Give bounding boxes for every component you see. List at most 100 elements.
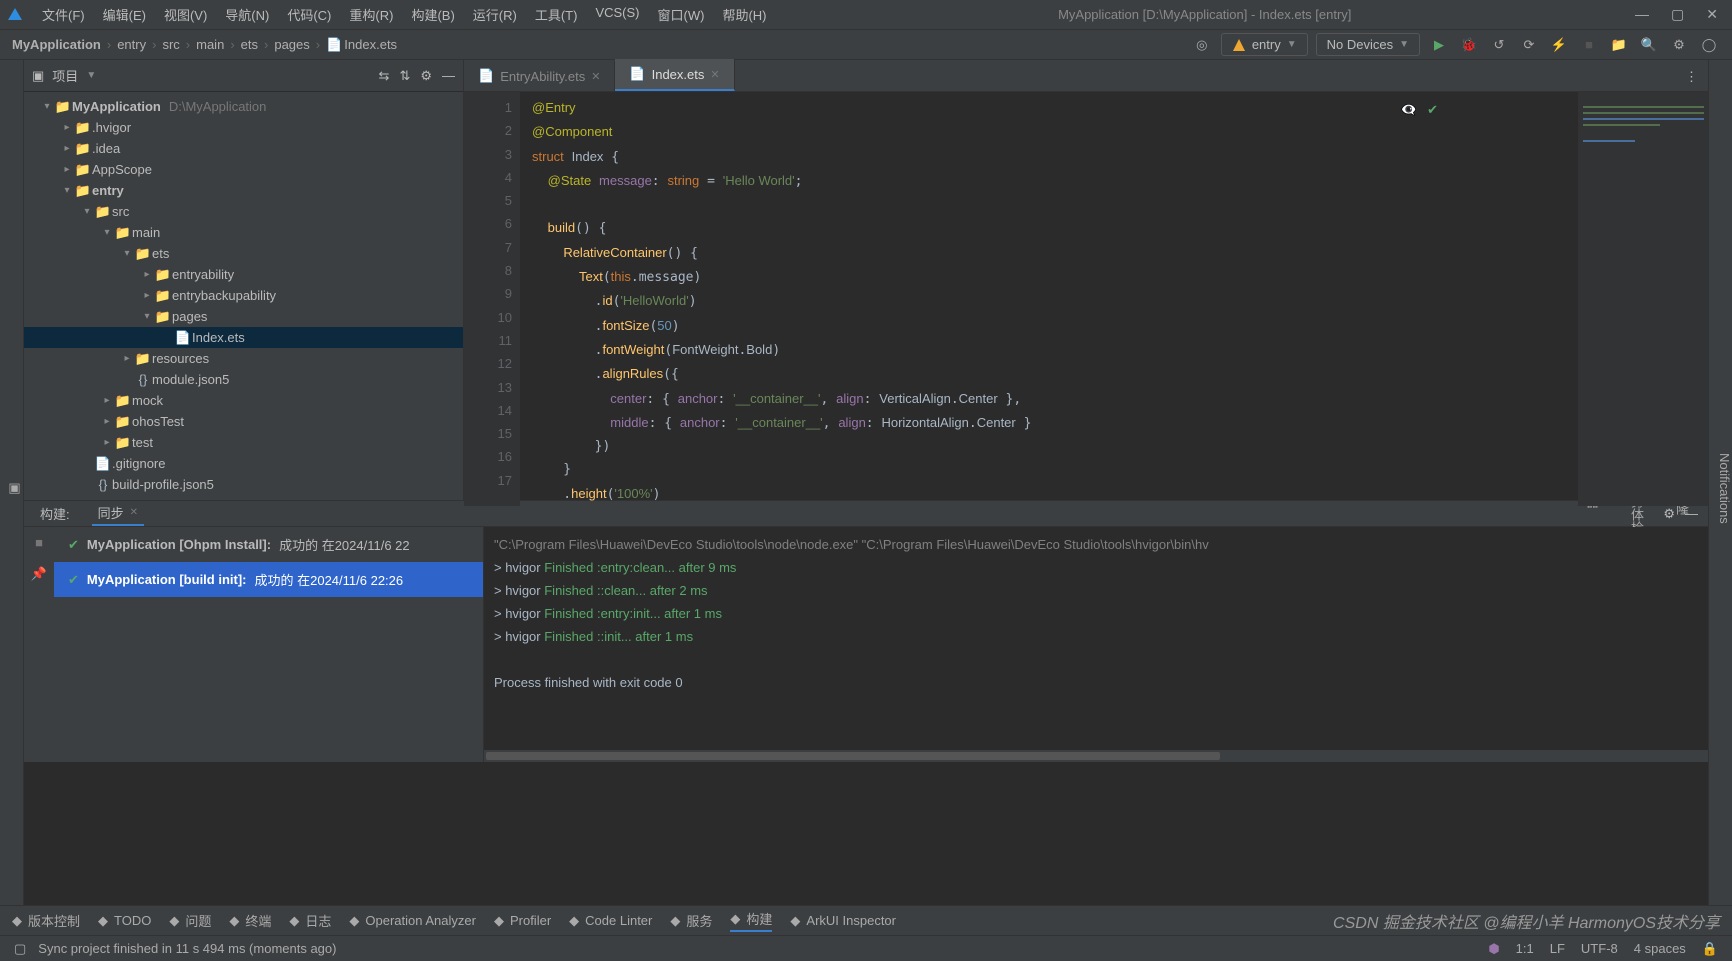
footer-tab[interactable]: ◆问题 xyxy=(169,911,211,930)
minimap[interactable] xyxy=(1578,92,1708,506)
tree-item[interactable]: ▾📁pages xyxy=(24,306,463,327)
debug-button[interactable]: 🐞 xyxy=(1458,34,1480,56)
square-icon[interactable]: ▢ xyxy=(14,941,26,957)
restart-icon[interactable]: ■ xyxy=(35,535,43,550)
chevron-icon[interactable]: ▸ xyxy=(120,353,134,364)
tree-item[interactable]: ▸📁AppScope xyxy=(24,159,463,180)
close-icon[interactable]: ✕ xyxy=(130,507,138,518)
indent[interactable]: 4 spaces xyxy=(1634,941,1686,956)
menu-item[interactable]: VCS(S) xyxy=(587,1,647,28)
run-button[interactable]: ▶ xyxy=(1428,34,1450,56)
menu-item[interactable]: 帮助(H) xyxy=(714,1,774,28)
chevron-icon[interactable]: ▾ xyxy=(40,101,54,112)
scrollbar-horizontal[interactable] xyxy=(484,750,1708,762)
tree-item[interactable]: ▸📁resources xyxy=(24,348,463,369)
menu-item[interactable]: 代码(C) xyxy=(279,1,339,28)
chevron-icon[interactable]: ▸ xyxy=(140,290,154,301)
footer-tab[interactable]: ◆Profiler xyxy=(494,913,551,929)
breadcrumb-item[interactable]: src xyxy=(162,37,179,52)
close-icon[interactable]: ✕ xyxy=(710,68,719,81)
locate-icon[interactable]: ◎ xyxy=(1191,34,1213,56)
footer-tab[interactable]: ◆Operation Analyzer xyxy=(349,913,476,929)
hotreload-button[interactable]: ⚡ xyxy=(1548,34,1570,56)
tree-item[interactable]: ▸📁mock xyxy=(24,390,463,411)
shield-icon[interactable]: ⬢ xyxy=(1488,941,1499,957)
build-output[interactable]: "C:\Program Files\Huawei\DevEco Studio\t… xyxy=(484,527,1708,762)
chevron-icon[interactable]: ▾ xyxy=(100,227,114,238)
tree-item[interactable]: ▾📁MyApplicationD:\MyApplication xyxy=(24,96,463,117)
pin-icon[interactable]: 📌 xyxy=(31,566,47,582)
breadcrumb-item[interactable]: MyApplication xyxy=(12,37,101,52)
tree-item[interactable]: 📄.gitignore xyxy=(24,453,463,474)
tree-item[interactable]: {}build-profile.json5 xyxy=(24,474,463,495)
chevron-icon[interactable]: ▾ xyxy=(140,311,154,322)
right-panel-tab[interactable]: Notifications xyxy=(1717,453,1732,524)
tabs-more-icon[interactable]: ⋮ xyxy=(1675,63,1708,91)
encoding[interactable]: UTF-8 xyxy=(1581,941,1618,956)
menu-item[interactable]: 构建(B) xyxy=(403,1,462,28)
close-button[interactable]: ✕ xyxy=(1706,6,1718,23)
build-task[interactable]: ✔MyApplication [build init]: 成功的 在2024/1… xyxy=(54,562,483,597)
menu-item[interactable]: 编辑(E) xyxy=(95,1,154,28)
footer-tab[interactable]: ◆TODO xyxy=(98,913,151,929)
tree-item[interactable]: 📄Index.ets xyxy=(24,327,463,348)
tree-item[interactable]: ▾📁main xyxy=(24,222,463,243)
line-separator[interactable]: LF xyxy=(1550,941,1565,956)
chevron-icon[interactable]: ▸ xyxy=(60,164,74,175)
menu-item[interactable]: 视图(V) xyxy=(156,1,215,28)
tree-item[interactable]: ▸📁entryability xyxy=(24,264,463,285)
caret-position[interactable]: 1:1 xyxy=(1516,941,1534,956)
minimize-button[interactable]: ― xyxy=(1635,6,1649,23)
close-icon[interactable]: ✕ xyxy=(591,70,600,83)
project-tool-icon[interactable]: ▣ xyxy=(8,481,23,496)
breadcrumb-item[interactable]: entry xyxy=(117,37,146,52)
open-folder-icon[interactable]: 📁 xyxy=(1608,34,1630,56)
maximize-button[interactable]: ▢ xyxy=(1671,6,1684,23)
read-mode-icon[interactable]: 👁‍🗨 xyxy=(1401,98,1417,121)
build-task-list[interactable]: ✔MyApplication [Ohpm Install]: 成功的 在2024… xyxy=(54,527,484,762)
footer-tab[interactable]: ◆Code Linter xyxy=(569,913,652,929)
tree-item[interactable]: ▸📁ohosTest xyxy=(24,411,463,432)
tree-item[interactable]: ▸📁test xyxy=(24,432,463,453)
gear-icon[interactable]: ⚙ xyxy=(420,68,432,84)
tree-item[interactable]: ▸📁entrybackupability xyxy=(24,285,463,306)
build-task[interactable]: ✔MyApplication [Ohpm Install]: 成功的 在2024… xyxy=(54,527,483,562)
build-tab-build[interactable]: 构建: xyxy=(34,501,76,526)
footer-tab[interactable]: ◆构建 xyxy=(730,909,772,932)
build-tab-sync[interactable]: 同步✕ xyxy=(92,501,144,526)
lock-icon[interactable]: 🔒 xyxy=(1702,941,1718,957)
menu-item[interactable]: 窗口(W) xyxy=(650,1,713,28)
tree-item[interactable]: ▾📁ets xyxy=(24,243,463,264)
tree-item[interactable]: ▸📁.hvigor xyxy=(24,117,463,138)
chevron-icon[interactable]: ▸ xyxy=(60,143,74,154)
search-everywhere-icon[interactable]: 🔍 xyxy=(1638,34,1660,56)
chevron-icon[interactable]: ▾ xyxy=(60,185,74,196)
footer-tab[interactable]: ◆终端 xyxy=(229,911,271,930)
footer-tab[interactable]: ◆版本控制 xyxy=(12,911,80,930)
chevron-icon[interactable]: ▾ xyxy=(80,206,94,217)
chevron-icon[interactable]: ▾ xyxy=(120,248,134,259)
run-config-dropdown[interactable]: entry ▼ xyxy=(1221,33,1308,56)
sync-button[interactable]: ⟳ xyxy=(1518,34,1540,56)
minimize-panel-icon[interactable]: ― xyxy=(442,68,455,84)
tree-item[interactable]: ▾📁entry xyxy=(24,180,463,201)
settings-icon[interactable]: ⚙ xyxy=(1668,34,1690,56)
menu-item[interactable]: 导航(N) xyxy=(217,1,277,28)
breadcrumb-item[interactable]: Index.ets xyxy=(344,37,397,52)
chevron-icon[interactable]: ▸ xyxy=(100,395,114,406)
breadcrumb-item[interactable]: main xyxy=(196,37,224,52)
footer-tab[interactable]: ◆ArkUI Inspector xyxy=(790,913,896,929)
collapse-icon[interactable]: ⇅ xyxy=(399,68,410,84)
stop-button[interactable]: ■ xyxy=(1578,34,1600,56)
editor-tab[interactable]: 📄Index.ets✕ xyxy=(615,59,734,91)
tree-item[interactable]: {}module.json5 xyxy=(24,369,463,390)
menu-item[interactable]: 运行(R) xyxy=(465,1,525,28)
tree-item[interactable]: ▸📁.idea xyxy=(24,138,463,159)
breadcrumb-item[interactable]: pages xyxy=(274,37,309,52)
chevron-icon[interactable]: ▸ xyxy=(140,269,154,280)
menu-item[interactable]: 工具(T) xyxy=(527,1,586,28)
project-tree[interactable]: ▾📁MyApplicationD:\MyApplication▸📁.hvigor… xyxy=(24,92,463,500)
tree-item[interactable]: ▾📁src xyxy=(24,201,463,222)
footer-tab[interactable]: ◆服务 xyxy=(670,911,712,930)
code-area[interactable]: 👁‍🗨 ✔ @Entry @Component struct Index { @… xyxy=(520,92,1578,506)
